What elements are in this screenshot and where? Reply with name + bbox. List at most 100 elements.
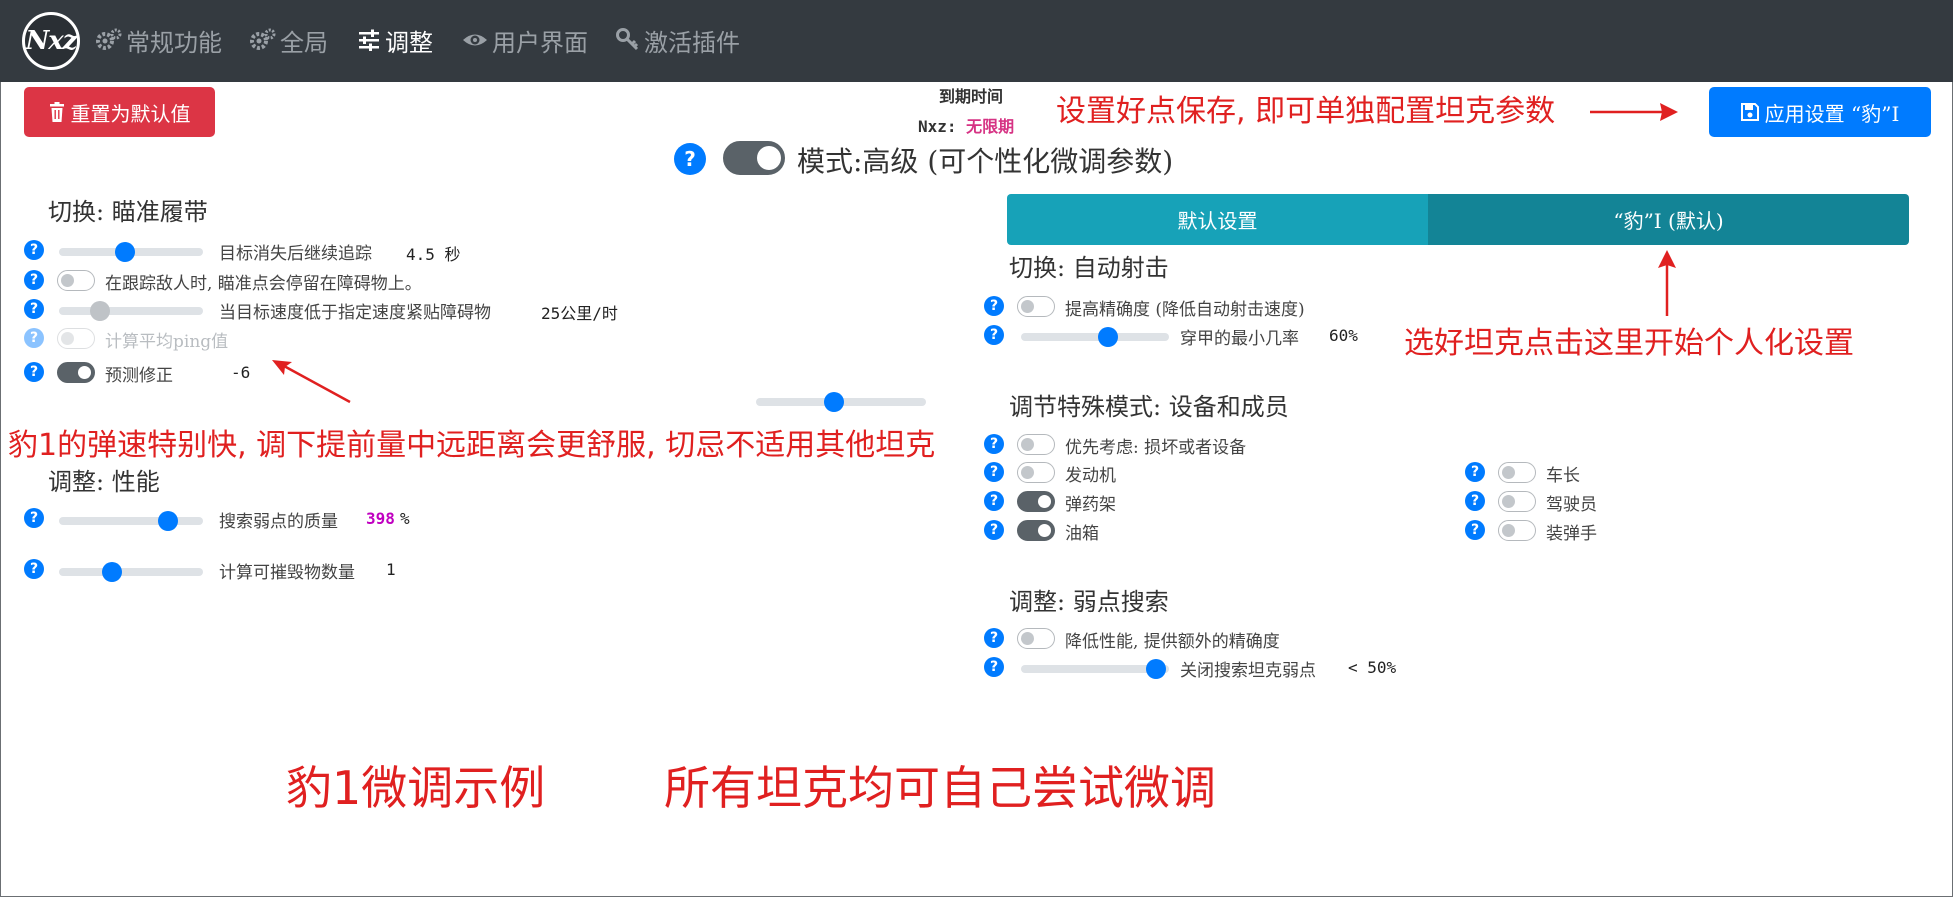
annotation-all-tanks: 所有坦克均可自己尝试微调 <box>664 761 1216 815</box>
nav-item-global[interactable]: 全局 <box>250 20 328 60</box>
improve-accuracy-toggle[interactable] <box>1017 296 1055 317</box>
tab-default-settings[interactable]: 默认设置 <box>1007 194 1428 245</box>
help-icon[interactable]: ? <box>24 559 44 579</box>
stick-obstacle-toggle[interactable] <box>57 270 95 291</box>
min-penetration-slider[interactable] <box>1021 327 1169 347</box>
expiry-prefix: Nxz: <box>918 117 957 136</box>
row-value: 398 <box>366 509 395 528</box>
row-label: 驾驶员 <box>1546 495 1597 515</box>
row-value: < 50% <box>1348 658 1397 677</box>
eye-icon <box>463 34 487 46</box>
prediction-correction-slider[interactable] <box>756 392 926 412</box>
help-icon[interactable]: ? <box>24 270 44 290</box>
section-title-auto-fire: 切换: 自动射击 <box>1009 254 1169 282</box>
nav-item-ui[interactable]: 用户界面 <box>462 20 588 60</box>
help-icon[interactable]: ? <box>24 328 44 348</box>
nav-item-tune[interactable]: 调整 <box>357 20 433 60</box>
section-title-weakspot-search: 调整: 弱点搜索 <box>1009 588 1169 616</box>
loader-toggle[interactable] <box>1498 520 1536 541</box>
fuel-tank-toggle[interactable] <box>1017 520 1055 541</box>
help-icon[interactable]: ? <box>1465 462 1485 482</box>
row-label: 当目标速度低于指定速度紧贴障碍物 <box>219 303 491 323</box>
row-label: 在跟踪敌人时, 瞄准点会停留在障碍物上。 <box>105 274 422 294</box>
row-label: 提高精确度 (降低自动射击速度) <box>1065 300 1305 320</box>
help-icon[interactable]: ? <box>1465 491 1485 511</box>
track-duration-slider[interactable] <box>59 242 203 262</box>
engine-toggle[interactable] <box>1017 462 1055 483</box>
help-icon[interactable]: ? <box>984 462 1004 482</box>
slider-thumb[interactable] <box>1097 327 1118 347</box>
trash-icon <box>49 102 64 122</box>
driver-toggle[interactable] <box>1498 491 1536 512</box>
section-title-aim-tracks: 切换: 瞄准履带 <box>48 198 208 226</box>
row-label: 计算平均ping值 <box>105 332 229 352</box>
annotation-leopard-note: 豹1的弹速特别快, 调下提前量中远距离会更舒服, 切忌不适用其他坦克 <box>8 428 936 463</box>
save-icon <box>1740 103 1759 121</box>
help-icon[interactable]: ? <box>984 628 1004 648</box>
row-value: 60% <box>1329 326 1358 345</box>
reduce-performance-toggle[interactable] <box>1017 628 1055 649</box>
nav-label: 常规功能 <box>126 28 222 57</box>
row-label: 油箱 <box>1065 524 1099 544</box>
row-label: 降低性能, 提供额外的精确度 <box>1065 632 1280 652</box>
row-label: 车长 <box>1546 466 1580 486</box>
prediction-correction-toggle[interactable] <box>57 362 95 383</box>
help-icon[interactable]: ? <box>24 508 44 528</box>
speed-threshold-slider[interactable] <box>59 301 203 321</box>
mode-toggle[interactable] <box>723 141 785 175</box>
logo[interactable]: Nxz <box>22 12 80 70</box>
help-icon[interactable]: ? <box>24 299 44 319</box>
sliders-icon <box>359 29 379 51</box>
apply-label: 应用设置 “豹”I <box>1764 101 1900 126</box>
help-icon[interactable]: ? <box>984 434 1004 454</box>
apply-settings-button[interactable]: 应用设置 “豹”I <box>1709 87 1931 137</box>
tab-leopard-1[interactable]: “豹”I (默认) <box>1428 194 1909 245</box>
row-label: 关闭搜索坦克弱点 <box>1180 661 1316 681</box>
help-icon[interactable]: ? <box>984 520 1004 540</box>
help-icon[interactable]: ? <box>24 362 44 382</box>
gears-icon <box>250 28 276 50</box>
slider-thumb[interactable] <box>823 392 844 412</box>
top-navbar: Nxz 常规功能 全局 调整 用户界面 激活插件 <box>0 0 1953 82</box>
section-title-performance: 调整: 性能 <box>48 468 160 496</box>
reset-defaults-button[interactable]: 重置为默认值 <box>24 87 215 137</box>
slider-thumb[interactable] <box>90 301 110 321</box>
help-icon[interactable]: ? <box>1465 520 1485 540</box>
row-value: -6 <box>231 363 251 382</box>
help-icon[interactable]: ? <box>984 296 1004 316</box>
ammo-rack-toggle[interactable] <box>1017 491 1055 512</box>
row-label: 预测修正 <box>105 366 173 386</box>
nav-item-general[interactable]: 常规功能 <box>96 20 222 60</box>
row-unit: % <box>400 509 410 528</box>
help-icon[interactable]: ? <box>984 657 1004 677</box>
help-icon[interactable]: ? <box>984 325 1004 345</box>
arrow-right-icon <box>1590 103 1678 121</box>
priority-toggle[interactable] <box>1017 434 1055 455</box>
nav-label: 用户界面 <box>492 28 588 57</box>
close-weakspot-slider[interactable] <box>1021 659 1169 679</box>
expiry-value: 无限期 <box>966 117 1015 136</box>
commander-toggle[interactable] <box>1498 462 1536 483</box>
mode-label: 模式:高级 (可个性化微调参数) <box>797 145 1174 178</box>
expiry-label: 到期时间 <box>939 87 1004 106</box>
reset-label: 重置为默认值 <box>70 101 191 126</box>
row-label: 计算可摧毁物数量 <box>219 563 355 583</box>
help-icon[interactable]: ? <box>24 240 44 260</box>
row-label: 搜索弱点的质量 <box>219 512 338 532</box>
nav-item-plugins[interactable]: 激活插件 <box>616 20 740 60</box>
weakspot-quality-slider[interactable] <box>59 511 203 531</box>
row-label: 穿甲的最小几率 <box>1180 329 1299 349</box>
arrow-upleft-icon <box>272 360 351 404</box>
avg-ping-toggle[interactable] <box>57 328 95 349</box>
annotation-tank-note: 选好坦克点击这里开始个人化设置 <box>1404 326 1854 361</box>
nav-label: 调整 <box>385 28 433 57</box>
destructible-count-slider[interactable] <box>59 562 203 582</box>
help-icon[interactable]: ? <box>674 143 706 175</box>
gears-icon <box>96 28 122 50</box>
row-value: 4.5 秒 <box>406 245 461 264</box>
annotation-example-title: 豹1微调示例 <box>286 761 546 815</box>
help-icon[interactable]: ? <box>984 491 1004 511</box>
row-label: 目标消失后继续追踪 <box>219 244 372 264</box>
nav-label: 激活插件 <box>644 28 740 57</box>
slider-thumb[interactable] <box>114 242 135 262</box>
